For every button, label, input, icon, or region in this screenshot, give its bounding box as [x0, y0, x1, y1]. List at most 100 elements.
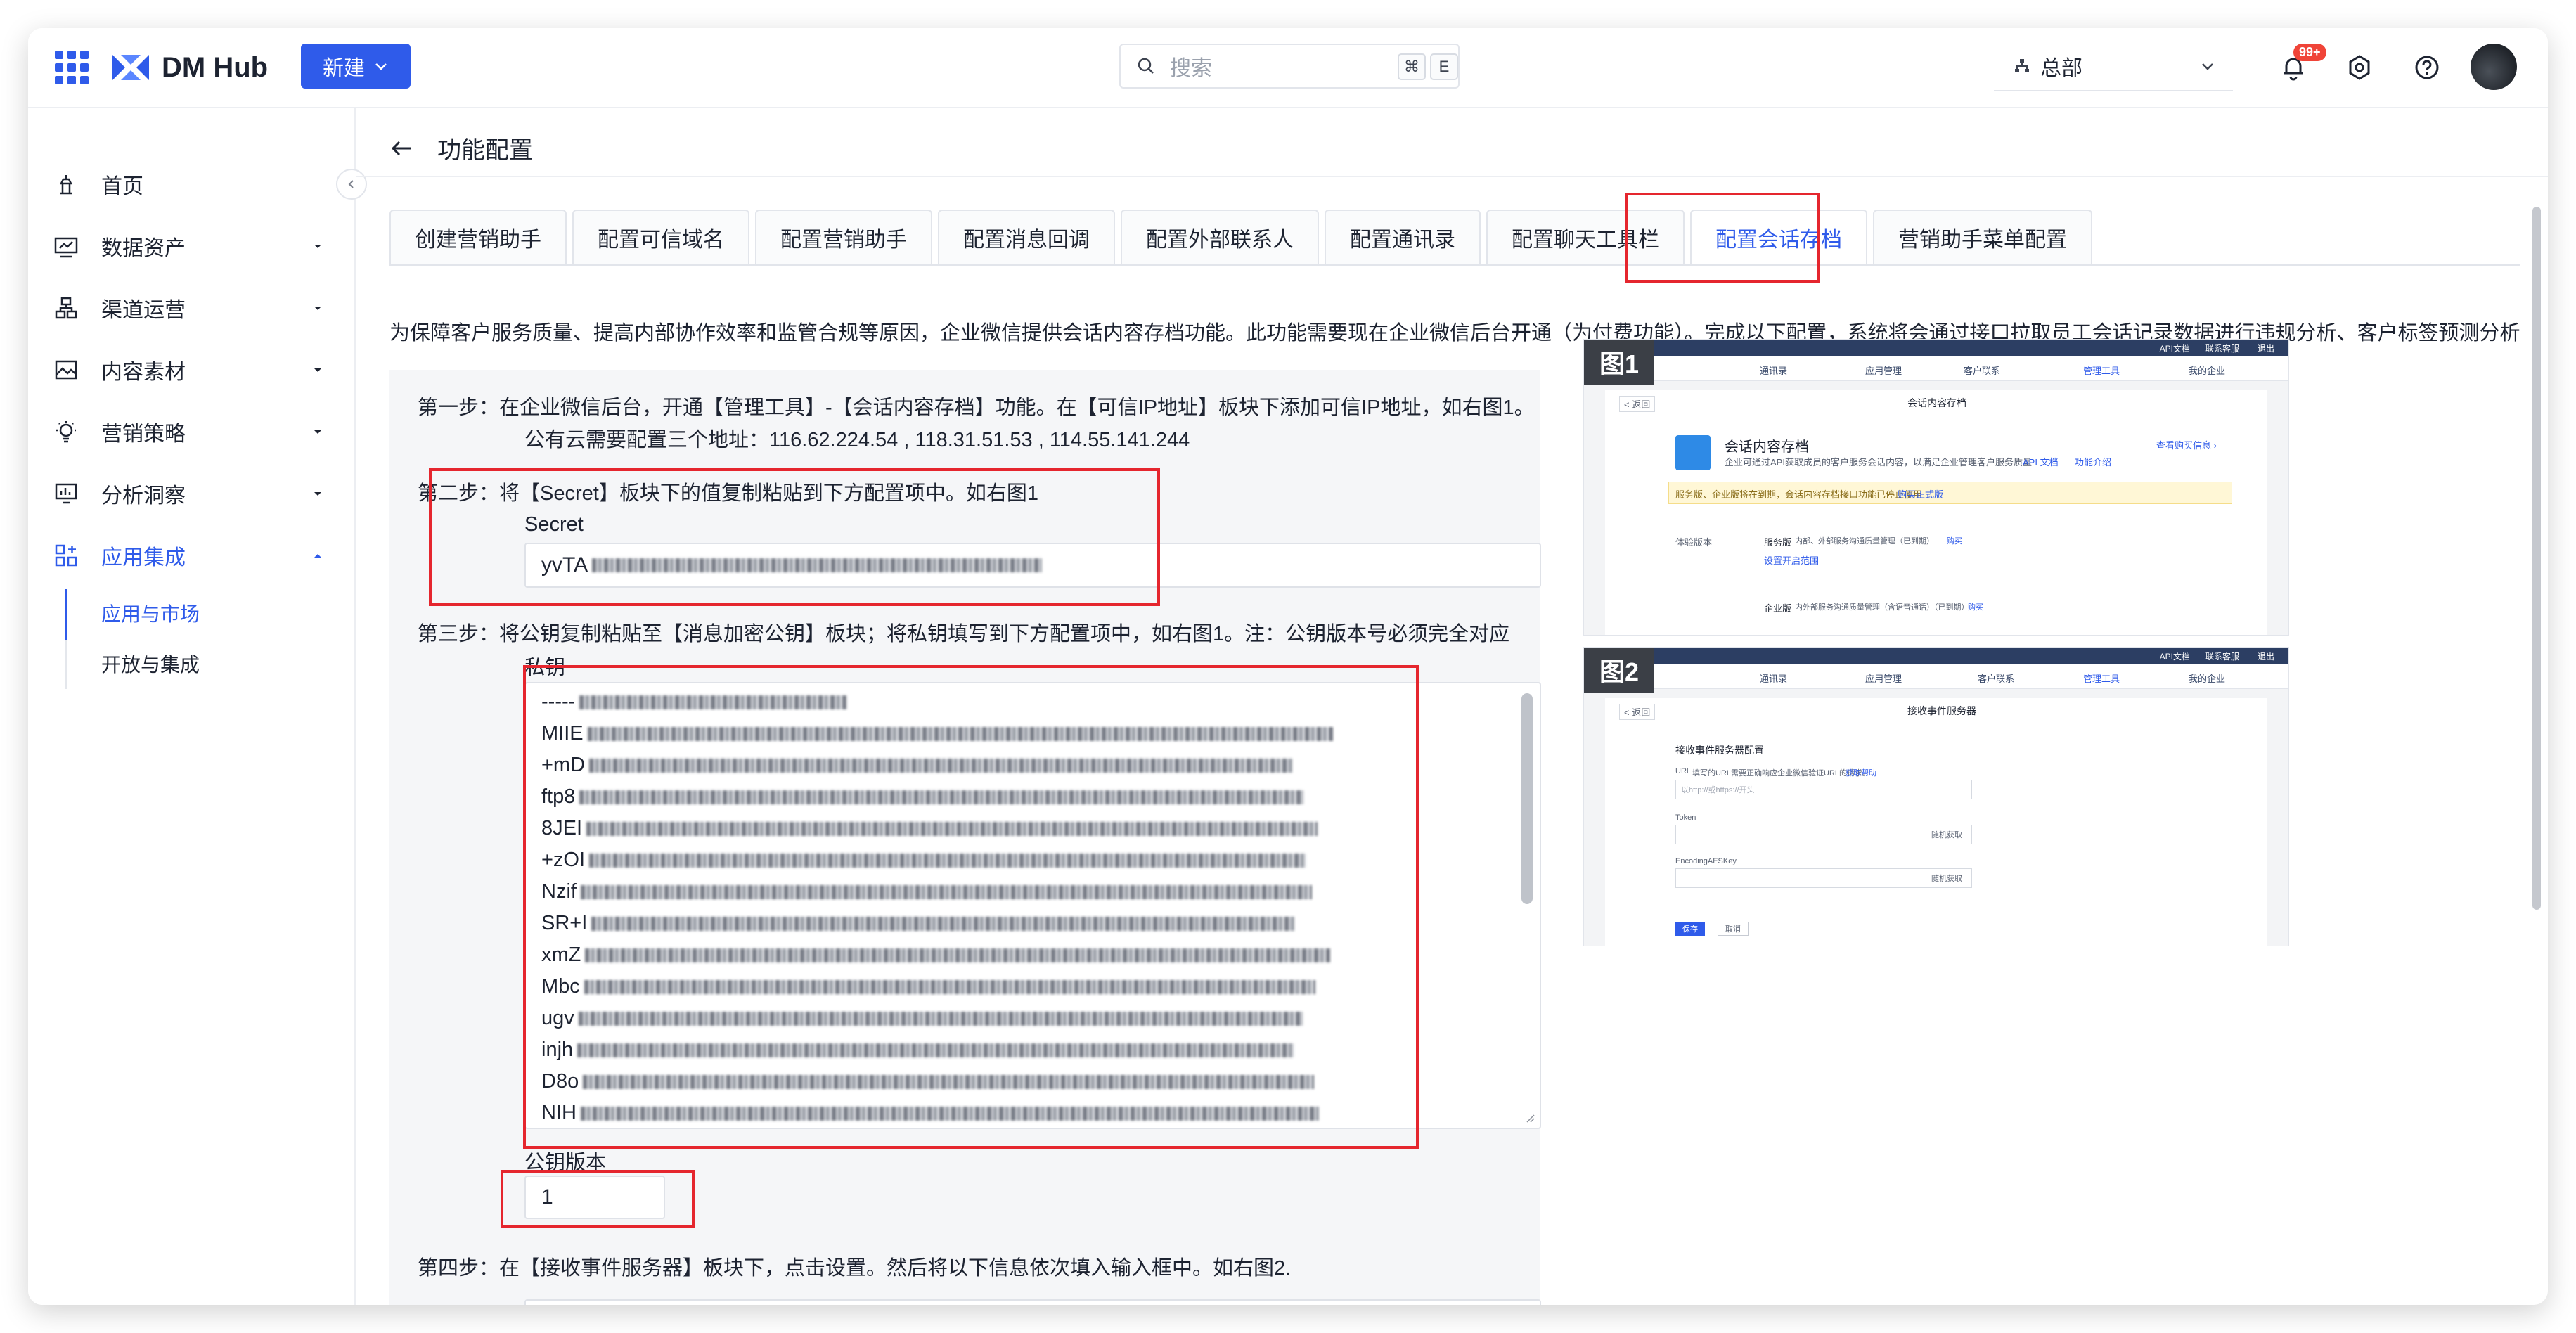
fig-row-label: 体验版本 [1675, 537, 1713, 548]
org-tree-icon [2015, 59, 2029, 72]
figure-2-screenshot: 图2 API文档 联系客服 退出 通讯录 应用管理 客户联系 管理工具 我的企业… [1583, 647, 2289, 946]
tab-external-contacts[interactable]: 配置外部联系人 [1121, 210, 1319, 266]
home-icon [51, 169, 82, 200]
tab-create-assistant[interactable]: 创建营销助手 [389, 210, 567, 266]
figure-2-label: 图2 [1584, 648, 1655, 693]
fig-nav-item: 通讯录 [1760, 674, 1788, 684]
sidebar-item-label: 数据资产 [101, 237, 186, 260]
fig-link: 联系客服 [2205, 344, 2239, 354]
tab-assistant-menu[interactable]: 营销助手菜单配置 [1873, 210, 2092, 266]
fig-placeholder: 以http://或https://开头 [1681, 786, 1755, 794]
fig-link: 联系客服 [2205, 652, 2239, 662]
settings-icon [2349, 55, 2370, 80]
fig-nav-item: 应用管理 [1865, 366, 1902, 376]
fig-title: 会话内容存档 [1907, 397, 1966, 408]
step4-text: 第四步：在【接收事件服务器】板块下，点击设置。然后将以下信息依次填入输入框中。如… [418, 1257, 1292, 1280]
fig-body: < 返回 接收事件服务器 接收事件服务器配置 URL 填写的URL需要正确响应企… [1605, 698, 2267, 946]
tab-bar: 创建营销助手 配置可信域名 配置营销助手 配置消息回调 配置外部联系人 配置通讯… [389, 210, 2098, 266]
caret-down-icon [314, 430, 321, 434]
tab-config-assistant[interactable]: 配置营销助手 [755, 210, 932, 266]
fig-nav-item: 管理工具 [2083, 674, 2120, 684]
sidebar-item-label: 内容素材 [101, 361, 186, 384]
fig-body: < 返回 会话内容存档 会话内容存档 企业可通过API获取成员的客户服务会话内容… [1605, 390, 2267, 635]
fig-nav-item: 通讯录 [1760, 366, 1788, 376]
fig-link: 退出 [2257, 344, 2274, 354]
fig-button: 随机获取 [1931, 831, 1962, 839]
sidebar-item-analytics[interactable]: 分析洞察 [28, 465, 354, 522]
fig-link: 设置开启范围 [1764, 555, 1820, 566]
fig-link: 查看购买信息 › [2156, 440, 2217, 451]
sidebar-item-data-assets[interactable]: 数据资产 [28, 218, 354, 274]
fig-link: 获取帮助 [1846, 769, 1876, 778]
sidebar-item-label: 应用集成 [101, 546, 186, 569]
tab-message-callback[interactable]: 配置消息回调 [938, 210, 1115, 266]
main-scrollbar[interactable] [2530, 179, 2544, 1303]
tab-trusted-domain[interactable]: 配置可信域名 [572, 210, 749, 266]
back-arrow-icon[interactable] [389, 136, 413, 160]
fig-nav-item: 应用管理 [1865, 674, 1902, 684]
sidebar-item-home[interactable]: 首页 [28, 156, 354, 212]
sidebar-item-label: 营销策略 [101, 423, 186, 446]
org-selector[interactable]: 总部 [1994, 42, 2233, 91]
fig-button: 随机获取 [1931, 875, 1962, 883]
step3-text: 第三步：将公钥复制粘贴至【消息加密公钥】板块；将私钥填写到下方配置项中，如右图1… [418, 623, 1510, 645]
fig-cancel-button: 取消 [1718, 922, 1749, 936]
search-input[interactable]: 搜索 ⌘ E [1119, 44, 1460, 89]
fig-section: 接收事件服务器配置 [1675, 745, 1764, 756]
fig-back: < 返回 [1619, 396, 1656, 412]
notification-button[interactable]: 99+ [2274, 44, 2326, 87]
settings-button[interactable] [2340, 48, 2379, 87]
sidebar-subitem-app-market[interactable]: 应用与市场 [101, 599, 200, 627]
dm-hub-logo-icon [112, 55, 149, 80]
help-button[interactable] [2407, 48, 2447, 87]
new-button-label: 新建 [323, 57, 365, 80]
fig-row-desc: 内部、外部服务沟通质量管理（已到期） [1795, 537, 1934, 546]
fig-link: 退出 [2257, 652, 2274, 662]
fig-hint: 填写的URL需要正确响应企业微信验证URL的请求。 [1692, 769, 1871, 778]
strategy-icon [51, 416, 82, 447]
fig-nav: 通讯录 应用管理 客户联系 管理工具 我的企业 [1584, 356, 2288, 381]
event-server-url-input[interactable] [524, 1299, 1541, 1305]
fig-aes-field [1675, 868, 1972, 888]
fig-app-desc: 企业可通过API获取成员的客户服务会话内容，以满足企业管理客户服务质量 [1725, 457, 2032, 468]
textarea-scrollbar[interactable] [1521, 693, 1533, 904]
sidebar-item-strategy[interactable]: 营销策略 [28, 404, 354, 460]
fig-title: 接收事件服务器 [1907, 705, 1976, 716]
fig-row-desc: 内外部服务沟通质量管理（含语音通话）（已到期） [1795, 603, 1969, 612]
resize-handle-icon[interactable] [1524, 1112, 1535, 1123]
app-window: DM Hub 新建 搜索 ⌘ E 总部 99+ 首页 数据资产 渠道运营 内容素… [28, 28, 2548, 1305]
tabs-divider [389, 264, 2520, 266]
caret-down-icon [314, 492, 321, 496]
fig-row-item: 服务版 [1764, 537, 1792, 548]
notification-badge: 99+ [2293, 44, 2326, 61]
tab-address-book[interactable]: 配置通讯录 [1325, 210, 1481, 266]
sidebar-subitem-open-integration[interactable]: 开放与集成 [101, 650, 200, 678]
fig-nav-item: 客户联系 [1964, 366, 2001, 376]
channel-icon [51, 292, 82, 323]
fig-row-item: 企业版 [1764, 603, 1792, 614]
fig-link: API 文档 [2023, 457, 2059, 468]
org-name: 总部 [2040, 57, 2082, 80]
fig-link: 功能介绍 [2075, 457, 2112, 468]
new-button[interactable]: 新建 [301, 44, 411, 89]
scrollbar-thumb[interactable] [2532, 207, 2541, 910]
fig-link: API文档 [2159, 344, 2190, 354]
sidebar-item-label: 分析洞察 [101, 484, 186, 508]
apps-icon [51, 540, 82, 571]
fig-link: 购买正式版 [1898, 489, 1944, 500]
sidebar-item-apps[interactable]: 应用集成 [28, 527, 354, 584]
sidebar: 首页 数据资产 渠道运营 内容素材 营销策略 分析洞察 应用集成 应用与市场 开… [28, 108, 367, 1305]
app-name: DM Hub [162, 51, 269, 83]
user-avatar[interactable] [2471, 44, 2517, 90]
logo[interactable]: DM Hub [111, 44, 268, 91]
app-grid-icon[interactable] [55, 51, 89, 84]
fig-nav: 通讯录 应用管理 客户联系 管理工具 我的企业 [1584, 664, 2288, 689]
sidebar-item-content[interactable]: 内容素材 [28, 342, 354, 398]
caret-down-icon [314, 245, 321, 248]
data-asset-icon [51, 231, 82, 262]
sidebar-item-channel[interactable]: 渠道运营 [28, 280, 354, 336]
help-icon [2415, 56, 2439, 79]
page-title-text: 功能配置 [437, 137, 533, 164]
fig-link: 购买 [1968, 603, 1983, 612]
sidebar-item-label: 首页 [101, 175, 143, 198]
